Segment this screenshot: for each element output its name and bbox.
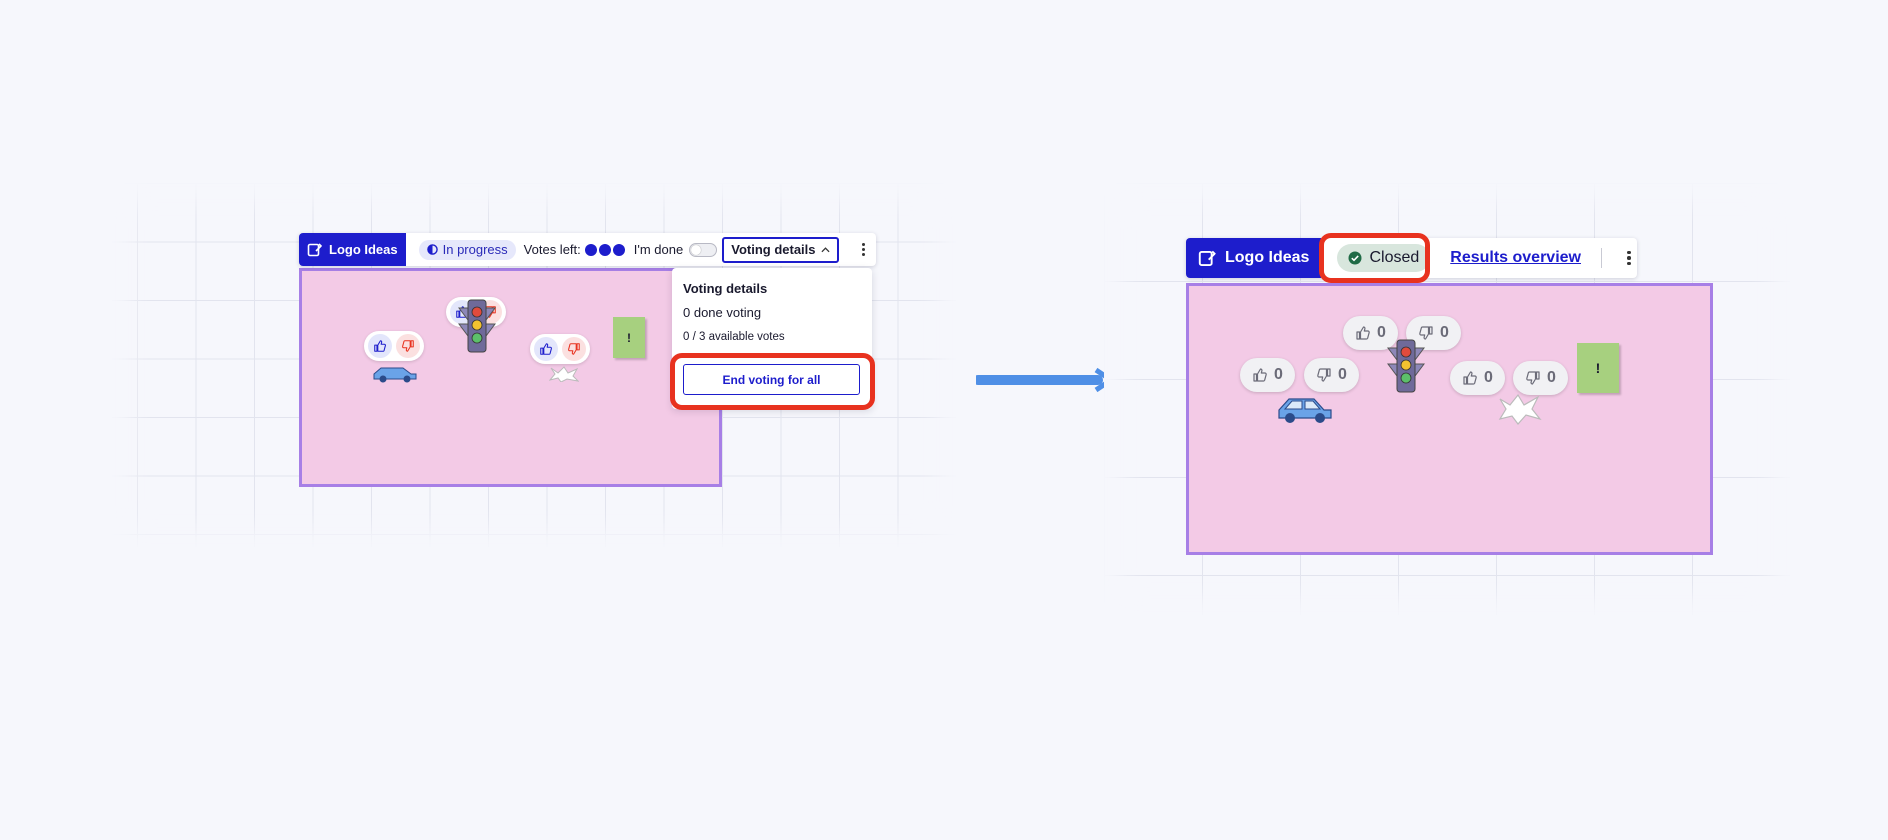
splash-icon: [549, 366, 579, 382]
thumbs-up-icon[interactable]: [534, 337, 558, 361]
vote-count: 0: [1547, 369, 1556, 386]
vote-count: 0: [1338, 366, 1347, 383]
vote-count-up-splash: 0: [1450, 361, 1505, 395]
thumbs-up-icon[interactable]: [368, 334, 392, 358]
frame-icon: [307, 242, 323, 256]
results-overview-link[interactable]: Results overview: [1450, 249, 1581, 267]
traffic-light-icon: [1387, 339, 1425, 393]
thumbs-up-icon: [1253, 368, 1267, 382]
frame-title: Logo Ideas: [1225, 249, 1310, 266]
end-voting-button[interactable]: End voting for all: [683, 364, 860, 395]
vote-count-up-car: 0: [1240, 358, 1295, 392]
vote-count-down-splash: 0: [1513, 361, 1568, 395]
sticky-note[interactable]: !: [613, 317, 645, 358]
vote-bubble-car[interactable]: [364, 331, 424, 361]
thumbs-up-icon: [1356, 326, 1370, 340]
vote-count: 0: [1274, 366, 1283, 383]
done-voting-text: 0 done voting: [683, 305, 762, 320]
frame-toolbar-after: Logo Ideas Closed Results overview: [1186, 238, 1637, 278]
traffic-light-icon: [458, 299, 496, 353]
thumbs-down-icon: [1526, 371, 1540, 385]
vote-dot: [612, 243, 625, 256]
votes-left-dots: [584, 243, 625, 256]
im-done-label: I'm done: [633, 242, 684, 257]
kebab-icon[interactable]: [1622, 245, 1636, 271]
available-votes-text: 0 / 3 available votes: [683, 331, 785, 343]
frame-toolbar-before: Logo Ideas In progress Votes left: I'm d…: [299, 233, 876, 266]
splash-icon: [1498, 393, 1542, 425]
thumbs-down-icon[interactable]: [396, 334, 420, 358]
check-circle-icon: [1348, 251, 1362, 265]
vote-count-down-car: 0: [1304, 358, 1359, 392]
status-text: Closed: [1369, 249, 1420, 266]
votes-left-label: Votes left:: [523, 242, 581, 257]
voting-details-label: Voting details: [731, 242, 816, 257]
voting-details-button[interactable]: Voting details: [722, 236, 839, 263]
thumbs-down-icon[interactable]: [562, 337, 586, 361]
vote-count: 0: [1484, 369, 1493, 386]
kebab-icon[interactable]: [858, 238, 870, 262]
vote-dot: [584, 243, 597, 256]
half-circle-icon: [426, 244, 438, 255]
frame-title-button[interactable]: Logo Ideas: [299, 233, 406, 266]
thumbs-up-icon: [1463, 371, 1477, 385]
car-icon: [373, 367, 417, 383]
status-text: In progress: [442, 242, 508, 257]
status-badge: Closed: [1337, 244, 1431, 272]
toolbar-divider: [1601, 248, 1602, 268]
vote-dot: [598, 243, 611, 256]
arrow-right-icon: [976, 367, 1114, 393]
thumbs-down-icon: [1317, 368, 1331, 382]
frame-title-button[interactable]: Logo Ideas: [1186, 238, 1322, 278]
frame-icon: [1198, 250, 1216, 266]
frame-before[interactable]: [299, 268, 722, 487]
status-badge: In progress: [418, 239, 516, 260]
vote-bubble-splash[interactable]: [530, 334, 590, 364]
vote-count: 0: [1440, 324, 1449, 341]
popover-title: Voting details: [683, 281, 768, 296]
chevron-up-icon: [820, 246, 830, 252]
sticky-note[interactable]: !: [1577, 343, 1619, 393]
im-done-toggle[interactable]: [689, 242, 718, 257]
car-icon: [1278, 398, 1332, 423]
frame-title: Logo Ideas: [329, 242, 398, 257]
